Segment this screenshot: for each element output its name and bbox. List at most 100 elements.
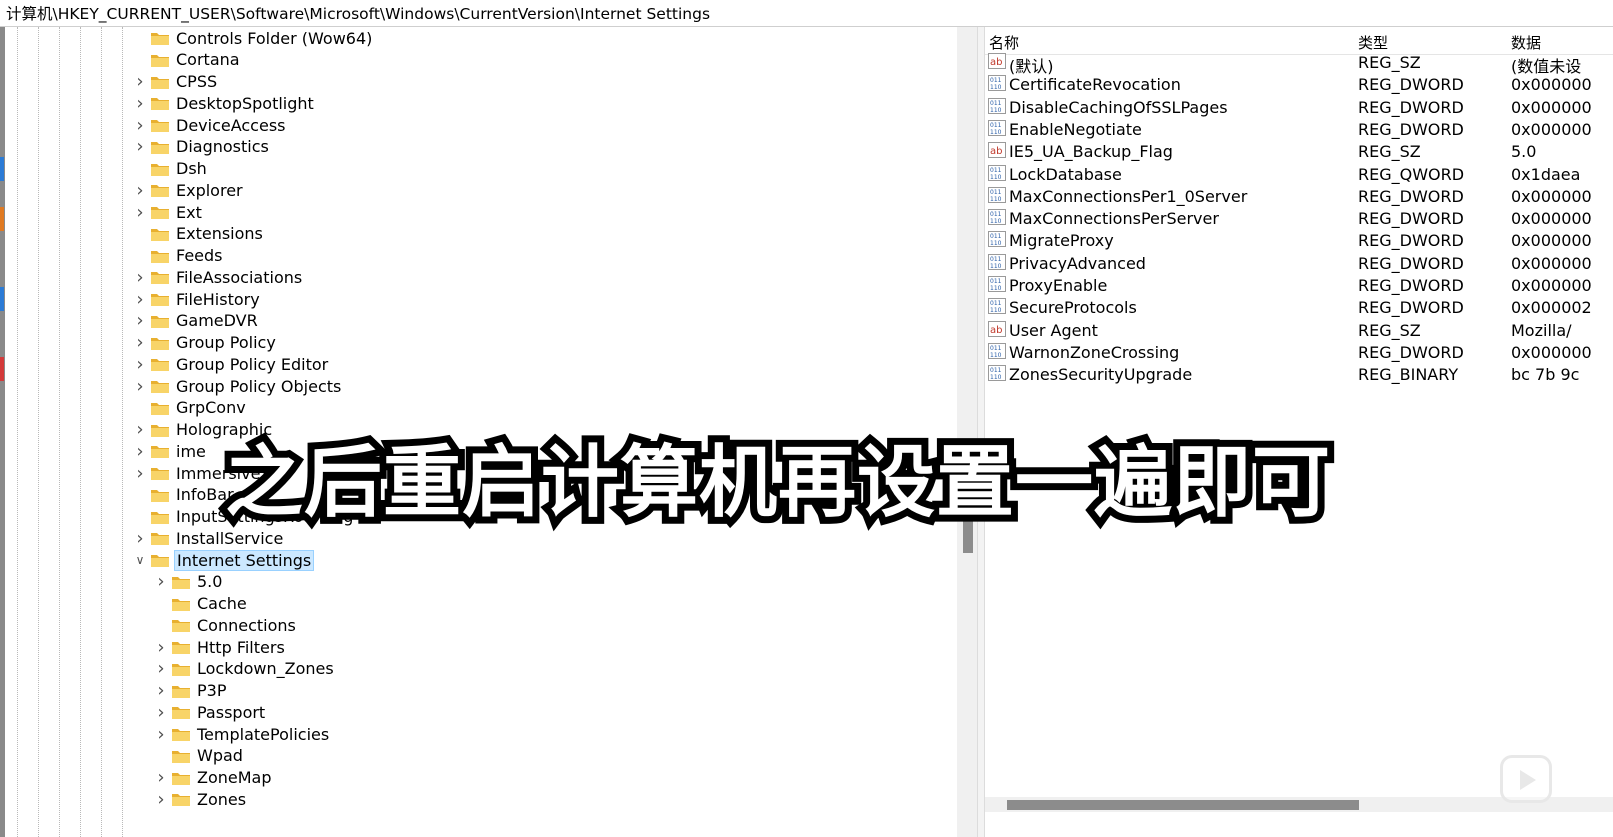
tree-item-label: Wpad [197, 746, 243, 766]
value-data: 0x000000 [1511, 342, 1592, 362]
value-row[interactable]: 011 110 EnableNegotiate REG_DWORD 0x000000 [985, 119, 1613, 141]
chevron-right-icon[interactable]: › [132, 310, 148, 332]
chevron-right-icon[interactable]: › [132, 114, 148, 136]
tree-item[interactable]: › Ext [132, 201, 204, 223]
tree-item[interactable]: Connections [153, 614, 298, 636]
tree-item[interactable]: › TemplatePolicies [153, 723, 331, 745]
tree-item[interactable]: › Passport [153, 701, 267, 723]
tree-item[interactable]: InfoBar [132, 484, 236, 506]
svg-text:110: 110 [990, 84, 1002, 91]
chevron-right-icon[interactable]: › [153, 571, 169, 593]
expander-placeholder [132, 484, 148, 506]
svg-text:110: 110 [990, 196, 1002, 203]
tree-item[interactable]: › FileHistory [132, 288, 262, 310]
tree-item[interactable]: ∨ Internet Settings [132, 549, 315, 571]
string-value-icon: ab [988, 142, 1006, 159]
tree-item[interactable]: › P3P [153, 680, 228, 702]
chevron-right-icon[interactable]: › [153, 680, 169, 702]
chevron-right-icon[interactable]: › [132, 92, 148, 114]
column-data-header[interactable]: 数据 [1511, 32, 1541, 53]
address-bar[interactable]: 计算机\HKEY_CURRENT_USER\Software\Microsoft… [0, 0, 1613, 27]
chevron-right-icon[interactable]: › [132, 353, 148, 375]
tree-item[interactable]: Controls Folder (Wow64) [132, 27, 374, 49]
chevron-down-icon[interactable]: ∨ [132, 549, 148, 571]
value-row[interactable]: 011 110 ZonesSecurityUpgrade REG_BINARY bc 7… [985, 364, 1613, 386]
value-type: REG_DWORD [1358, 97, 1464, 117]
values-scroll-thumb[interactable] [1007, 800, 1359, 810]
tree-item[interactable]: Feeds [132, 245, 225, 267]
tree-item[interactable]: › ime [132, 440, 208, 462]
chevron-right-icon[interactable]: › [132, 332, 148, 354]
chevron-right-icon[interactable]: › [132, 288, 148, 310]
chevron-right-icon[interactable]: › [132, 375, 148, 397]
chevron-right-icon[interactable]: › [132, 179, 148, 201]
tree-item[interactable]: › Group Policy Objects [132, 375, 343, 397]
tree-item[interactable]: Cortana [132, 49, 242, 71]
chevron-right-icon[interactable]: › [132, 266, 148, 288]
tree-item[interactable]: › DeviceAccess [132, 114, 288, 136]
tree-item[interactable]: › Lockdown_Zones [153, 658, 336, 680]
binary-value-icon: 011 110 [988, 365, 1006, 382]
chevron-right-icon[interactable]: › [153, 767, 169, 789]
tree-item[interactable]: Extensions [132, 223, 265, 245]
chevron-right-icon[interactable]: › [153, 723, 169, 745]
value-row[interactable]: ab User Agent REG_SZ Mozilla/ [985, 320, 1613, 342]
tree-item-label: GameDVR [176, 311, 258, 331]
tree-item[interactable]: › Group Policy Editor [132, 353, 330, 375]
value-row[interactable]: 011 110 PrivacyAdvanced REG_DWORD 0x000000 [985, 253, 1613, 275]
svg-text:110: 110 [990, 352, 1002, 359]
value-row[interactable]: 011 110 WarnonZoneCrossing REG_DWORD 0x00000… [985, 342, 1613, 364]
value-data: 0x000000 [1511, 209, 1592, 229]
folder-icon [150, 552, 170, 568]
binary-value-icon: 011 110 [988, 253, 1006, 270]
tree-item[interactable]: › Http Filters [153, 636, 287, 658]
expander-placeholder [153, 593, 169, 615]
tree-item[interactable]: › ZoneMap [153, 767, 274, 789]
tree-item[interactable]: › 5.0 [153, 571, 224, 593]
value-row[interactable]: 011 110 MaxConnectionsPer1_0Server REG_DWOR… [985, 186, 1613, 208]
value-name: ZonesSecurityUpgrade [1009, 365, 1193, 385]
value-row[interactable]: 011 110 DisableCachingOfSSLPages REG_DWORD 0… [985, 97, 1613, 119]
value-row[interactable]: 011 110 LockDatabase REG_QWORD 0x1daea [985, 164, 1613, 186]
tree-item[interactable]: Dsh [132, 158, 209, 180]
folder-icon [150, 530, 170, 546]
value-row[interactable]: 011 110 MigrateProxy REG_DWORD 0x000000 [985, 230, 1613, 252]
chevron-right-icon[interactable]: › [132, 71, 148, 93]
chevron-right-icon[interactable]: › [153, 658, 169, 680]
chevron-right-icon[interactable]: › [153, 701, 169, 723]
binary-value-icon: 011 110 [988, 164, 1006, 181]
tree-item[interactable]: › GameDVR [132, 310, 260, 332]
chevron-right-icon[interactable]: › [132, 527, 148, 549]
tree-item[interactable]: › DesktopSpotlight [132, 92, 316, 114]
column-name-header[interactable]: 名称 [989, 32, 1019, 53]
chevron-right-icon[interactable]: › [132, 136, 148, 158]
tree-item[interactable]: GrpConv [132, 397, 248, 419]
value-row[interactable]: ab IE5_UA_Backup_Flag REG_SZ 5.0 [985, 141, 1613, 163]
value-row[interactable]: ab (默认) REG_SZ (数值未设 [985, 52, 1613, 76]
value-row[interactable]: 011 110 SecureProtocols REG_DWORD 0x000002 [985, 297, 1613, 319]
value-data: Mozilla/ [1511, 320, 1572, 340]
value-name: IE5_UA_Backup_Flag [1009, 142, 1173, 162]
column-type-header[interactable]: 类型 [1358, 32, 1388, 53]
tree-item[interactable]: › CPSS [132, 71, 219, 93]
tree-item[interactable]: › Zones [153, 788, 248, 810]
value-name: ProxyEnable [1009, 276, 1108, 295]
tree-item[interactable]: Wpad [153, 745, 245, 767]
value-row[interactable]: 011 110 MaxConnectionsPerServer REG_DWORD 0x… [985, 208, 1613, 230]
tree-item[interactable]: › Explorer [132, 179, 245, 201]
tree-item[interactable]: › FileAssociations [132, 266, 304, 288]
tree-item[interactable]: Cache [153, 593, 249, 615]
tree-item[interactable]: › Diagnostics [132, 136, 271, 158]
value-row[interactable]: 011 110 ProxyEnable REG_DWORD 0x000000 [985, 275, 1613, 297]
chevron-right-icon[interactable]: › [132, 419, 148, 441]
chevron-right-icon[interactable]: › [132, 201, 148, 223]
svg-text:110: 110 [990, 240, 1002, 247]
play-icon[interactable] [1500, 755, 1552, 803]
chevron-right-icon[interactable]: › [153, 788, 169, 810]
value-row[interactable]: 011 110 CertificateRevocation REG_DWORD 0x00… [985, 74, 1613, 96]
chevron-right-icon[interactable]: › [153, 636, 169, 658]
tree-item[interactable]: › Group Policy [132, 332, 278, 354]
chevron-right-icon[interactable]: › [132, 440, 148, 462]
value-name: CertificateRevocation [1009, 75, 1181, 95]
chevron-right-icon[interactable]: › [132, 462, 148, 484]
